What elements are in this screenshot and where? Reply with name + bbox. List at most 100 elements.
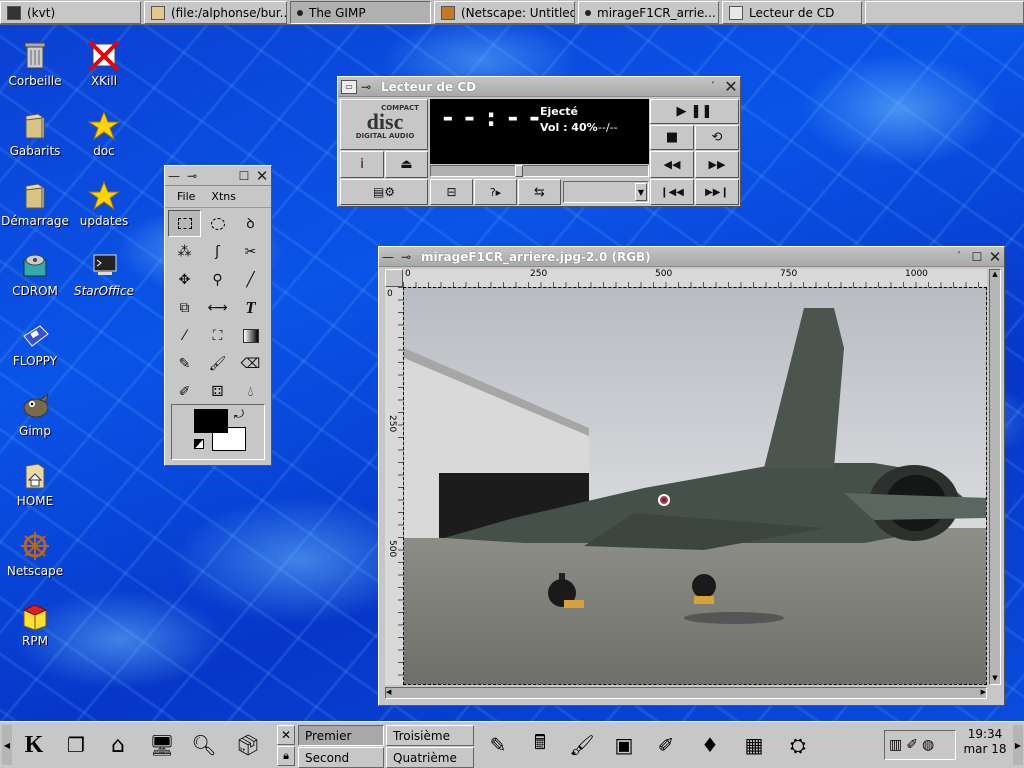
tray-pen-icon[interactable]: ✐ — [906, 737, 918, 753]
flip-tool-icon[interactable]: ⟷ — [201, 294, 234, 321]
pager-close-icon[interactable]: ✕ — [277, 725, 295, 745]
vertical-ruler[interactable]: 0 250 500 — [385, 287, 403, 685]
home-button[interactable]: ⌂ — [98, 725, 138, 765]
desktop-second[interactable]: Second — [298, 747, 384, 768]
tray-network-icon[interactable]: ▥ — [889, 737, 902, 753]
launcher-7[interactable]: ▦ — [734, 725, 774, 765]
control-center-button[interactable]: 🖥︎ — [142, 725, 182, 765]
k-menu-button[interactable]: K — [14, 725, 54, 765]
window-menu-icon[interactable]: — — [165, 167, 183, 185]
forward-button[interactable]: ▶▶ — [695, 151, 739, 178]
horizontal-scrollbar[interactable]: ◀ ▶ — [385, 687, 987, 699]
launcher-2[interactable]: 🖩︎ — [520, 725, 560, 765]
desktop-icon-demarrage[interactable]: Démarrage — [0, 180, 70, 228]
prev-track-button[interactable]: ❙◀◀ — [650, 179, 694, 205]
cd-player-titlebar[interactable]: ▭ ⊸ Lecteur de CD ʹ ✕ — [338, 77, 740, 97]
shuffle-button[interactable]: ⇆ — [518, 179, 561, 205]
help-button[interactable]: ?▸ — [474, 179, 517, 205]
cd-database-button[interactable]: ⊟ — [430, 179, 473, 205]
horizontal-ruler[interactable]: 0 250 500 750 1000 — [403, 269, 987, 287]
task-cd-player[interactable]: Lecteur de CD — [722, 1, 862, 24]
desktop-icon-corbeille[interactable]: Corbeille — [0, 40, 70, 88]
window-menu-icon[interactable]: ▭ — [341, 79, 357, 94]
launcher-6[interactable]: ♦ — [690, 725, 730, 765]
stop-button[interactable]: ■ — [650, 125, 694, 150]
launcher-8[interactable]: ⛭ — [778, 725, 818, 765]
crop-tool-icon[interactable]: ╱ — [234, 266, 267, 293]
next-track-button[interactable]: ▶▶❙ — [695, 179, 739, 205]
slider-thumb[interactable] — [515, 165, 523, 177]
config-button[interactable]: ▤⚙ — [340, 179, 428, 205]
blur-tool-icon[interactable]: 💧︎ — [234, 378, 267, 405]
launcher-1[interactable]: ✎ — [478, 725, 518, 765]
desktop-icon-netscape[interactable]: Netscape — [0, 530, 70, 578]
desktop-icon-gabarits[interactable]: Gabarits — [0, 110, 70, 158]
airbrush-tool-icon[interactable]: ✐ — [168, 378, 201, 405]
clone-tool-icon[interactable]: ⚃ — [201, 378, 234, 405]
desktop-icon-home[interactable]: HOME — [0, 460, 70, 508]
panel-hide-right[interactable]: ▶ — [1013, 725, 1023, 765]
desktop-icon-floppy[interactable]: FLOPPY — [0, 320, 70, 368]
panel-hide-left[interactable]: ◀ — [2, 725, 12, 765]
close-icon[interactable]: ✕ — [722, 77, 740, 96]
foreground-color-swatch[interactable] — [194, 409, 228, 433]
progress-slider[interactable] — [430, 165, 649, 177]
ellipse-select-tool-icon[interactable] — [201, 210, 234, 237]
pager-lock-icon[interactable]: 🔒︎ — [277, 746, 295, 766]
gradient-tool-icon[interactable] — [234, 322, 267, 349]
image-canvas[interactable] — [403, 287, 987, 685]
task-file-manager[interactable]: (file:/alphonse/bur... — [144, 1, 287, 24]
color-picker-tool-icon[interactable]: ⁄ — [168, 322, 201, 349]
maximize-icon[interactable]: ☐ — [235, 167, 253, 185]
info-button[interactable]: i — [340, 151, 384, 178]
track-select[interactable]: ▼ — [563, 181, 649, 203]
task-netscape[interactable]: (Netscape: Untitled) — [434, 1, 575, 24]
task-gimp[interactable]: The GIMP — [290, 1, 431, 24]
menu-xtns[interactable]: Xtns — [211, 190, 236, 203]
task-kvt[interactable]: (kvt) — [0, 1, 141, 24]
eraser-tool-icon[interactable]: ⌫ — [234, 350, 267, 377]
desktop-quatrieme[interactable]: Quatrième — [386, 747, 474, 768]
lasso-tool-icon[interactable]: ꝺ — [234, 210, 267, 237]
text-tool-icon[interactable]: T — [234, 294, 267, 321]
play-pause-button[interactable]: ▶ ❚❚ — [650, 99, 739, 124]
desktop-premier[interactable]: Premier — [298, 725, 384, 746]
desktop-icon-xkill[interactable]: XKill — [69, 40, 139, 88]
minimize-icon[interactable]: ʹ — [950, 248, 968, 266]
pin-icon[interactable]: ⊸ — [357, 78, 375, 96]
window-list-button[interactable]: ❐ — [56, 725, 96, 765]
scroll-left-icon[interactable]: ◀ — [386, 688, 391, 696]
tray-world-icon[interactable]: ◍ — [922, 737, 934, 753]
close-icon[interactable]: ✕ — [986, 248, 1004, 266]
magnify-tool-icon[interactable]: ⚲ — [201, 266, 234, 293]
loop-button[interactable]: ⟲ — [695, 125, 739, 150]
desktop-icon-gimp[interactable]: Gimp — [0, 390, 70, 438]
desktop-icon-cdrom[interactable]: CDROM — [0, 250, 70, 298]
package-button[interactable]: 📦︎ — [228, 725, 268, 765]
desktop-icon-doc[interactable]: doc — [69, 110, 139, 158]
rewind-button[interactable]: ◀◀ — [650, 151, 694, 178]
desktop-icon-staroffice[interactable]: StarOffice — [69, 250, 139, 298]
launcher-5[interactable]: ✐ — [646, 725, 686, 765]
clock[interactable]: 19:34 mar 18 — [958, 727, 1012, 763]
minimize-icon[interactable]: ʹ — [704, 78, 722, 96]
desktop-icon-rpm[interactable]: RPM — [0, 600, 70, 648]
bucket-fill-tool-icon[interactable]: ⛶ — [201, 322, 234, 349]
scroll-down-icon[interactable]: ▼ — [990, 674, 1000, 684]
menu-file[interactable]: File — [177, 190, 195, 203]
vertical-scrollbar[interactable]: ▲ ▼ — [989, 269, 1001, 685]
fuzzy-select-tool-icon[interactable]: ⁂ — [168, 238, 201, 265]
bezier-select-tool-icon[interactable]: ʃ — [201, 238, 234, 265]
window-menu-icon[interactable]: — — [379, 248, 397, 266]
eject-button[interactable]: ⏏ — [385, 151, 428, 178]
desktop-icon-updates[interactable]: updates — [69, 180, 139, 228]
search-button[interactable]: 🔍︎ — [184, 725, 224, 765]
transform-tool-icon[interactable]: ⧉ — [168, 294, 201, 321]
image-window-titlebar[interactable]: — ⊸ mirageF1CR_arriere.jpg-2.0 (RGB) ʹ ☐… — [379, 247, 1004, 267]
launcher-4[interactable]: ▣ — [604, 725, 644, 765]
scroll-right-icon[interactable]: ▶ — [981, 688, 986, 696]
default-colors-icon[interactable] — [194, 439, 204, 449]
pencil-tool-icon[interactable]: ✎ — [168, 350, 201, 377]
swap-colors-icon[interactable]: ⤾ — [234, 407, 244, 422]
pin-icon[interactable]: ⊸ — [397, 248, 415, 266]
